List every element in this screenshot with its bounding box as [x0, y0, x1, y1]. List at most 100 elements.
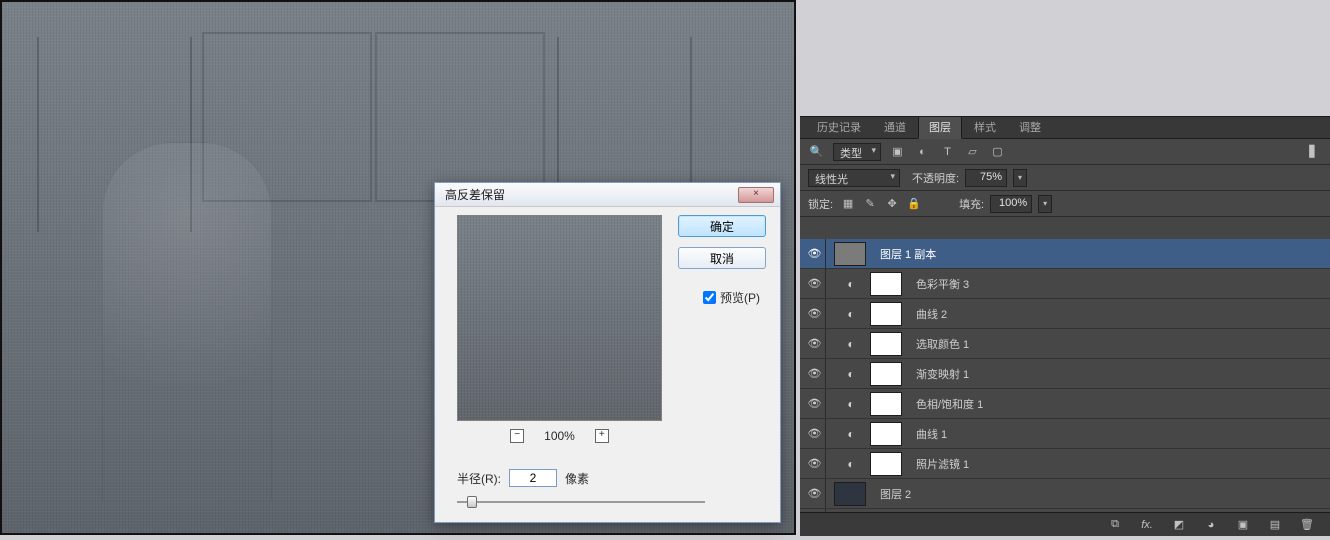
blend-opacity-row: 线性光 不透明度: 75% ▾ — [800, 165, 1330, 191]
eye-icon[interactable]: 👁 — [804, 359, 826, 388]
adjustment-glyph-icon: ◐ — [840, 273, 862, 295]
tab-styles[interactable]: 样式 — [963, 116, 1007, 138]
cancel-button[interactable]: 取消 — [678, 247, 766, 269]
radius-unit: 像素 — [565, 470, 589, 487]
adjustment-glyph-icon: ◐ — [840, 363, 862, 385]
zoom-in-button[interactable]: + — [595, 429, 609, 443]
filter-text-icon[interactable]: T — [939, 143, 956, 160]
adjustment-glyph-icon: ◐ — [840, 393, 862, 415]
layer-row[interactable]: 👁◐选取颜色 1 — [800, 329, 1330, 359]
fx-icon[interactable]: fx. — [1138, 516, 1156, 534]
high-pass-dialog[interactable]: 高反差保留 × − 100% + 半径(R): 像素 确定 取消 预览(P) — [434, 182, 781, 523]
canvas-figure-left — [102, 142, 272, 502]
layer-mask-thumb[interactable] — [870, 362, 902, 386]
layer-name-label: 照片滤镜 1 — [916, 456, 969, 472]
link-layers-icon[interactable]: ⧉ — [1106, 516, 1124, 534]
filter-adjust-icon[interactable]: ◐ — [914, 143, 931, 160]
tab-adjustments[interactable]: 调整 — [1008, 116, 1052, 138]
layer-list[interactable]: 👁图层 1 副本👁◐色彩平衡 3👁◐曲线 2👁◐选取颜色 1👁◐渐变映射 1👁◐… — [800, 239, 1330, 512]
fill-label: 填充: — [959, 196, 984, 212]
lock-label: 锁定: — [808, 196, 833, 212]
tab-layers[interactable]: 图层 — [918, 116, 962, 139]
filter-shape-icon[interactable]: ▱ — [964, 143, 981, 160]
layer-row[interactable]: 👁图层 2 — [800, 479, 1330, 509]
eye-icon[interactable]: 👁 — [804, 239, 826, 268]
eye-icon[interactable]: 👁 — [804, 449, 826, 478]
lock-all-icon[interactable]: 🔒 — [905, 195, 923, 213]
radius-slider[interactable] — [457, 495, 705, 509]
filter-toggle-icon[interactable]: ▋ — [1305, 143, 1322, 160]
blend-mode-dropdown[interactable]: 线性光 — [808, 169, 900, 187]
layer-row[interactable]: 👁 ◐ 曲线 2 — [800, 299, 1330, 329]
layer-name-label: 图层 1 副本 — [880, 246, 936, 262]
filter-type-dropdown[interactable]: 类型 — [833, 143, 881, 161]
tab-history[interactable]: 历史记录 — [806, 116, 872, 138]
layer-thumb[interactable] — [834, 242, 866, 266]
eye-icon[interactable]: 👁 — [804, 269, 826, 298]
fill-input[interactable]: 100% — [990, 195, 1032, 213]
new-group-icon[interactable]: ▣ — [1234, 516, 1252, 534]
radius-row: 半径(R): 像素 — [457, 469, 737, 487]
dialog-titlebar[interactable]: 高反差保留 × — [435, 183, 780, 207]
slider-thumb[interactable] — [467, 496, 477, 508]
panel-tabs: 历史记录 通道 图层 样式 调整 — [800, 117, 1330, 139]
layer-thumb[interactable] — [834, 482, 866, 506]
layer-row[interactable]: 👁 图层 1 副本 — [800, 239, 1330, 269]
filter-smart-icon[interactable]: ▢ — [989, 143, 1006, 160]
fill-stepper[interactable]: ▾ — [1038, 195, 1052, 213]
lock-icons-group: ▦ ✎ ✥ 🔒 — [839, 195, 923, 213]
adjustment-glyph-icon: ◐ — [840, 303, 862, 325]
dialog-button-column: 确定 取消 — [678, 215, 766, 269]
dialog-title: 高反差保留 — [445, 186, 505, 203]
radius-label: 半径(R): — [457, 470, 501, 487]
layer-mask-thumb[interactable] — [870, 392, 902, 416]
adjustment-glyph-icon: ◐ — [840, 453, 862, 475]
tab-channels[interactable]: 通道 — [873, 116, 917, 138]
close-icon[interactable]: × — [738, 187, 774, 203]
delete-layer-icon[interactable]: 🗑 — [1298, 516, 1316, 534]
layer-mask-thumb[interactable] — [870, 302, 902, 326]
filter-preview[interactable] — [457, 215, 662, 421]
layer-row[interactable]: 👁◐渐变映射 1 — [800, 359, 1330, 389]
zoom-percent: 100% — [544, 429, 575, 443]
eye-icon[interactable]: 👁 — [804, 299, 826, 328]
layer-row[interactable]: 👁 ◐ 色彩平衡 3 — [800, 269, 1330, 299]
eye-icon[interactable]: 👁 — [804, 419, 826, 448]
radius-input[interactable] — [509, 469, 557, 487]
slider-track — [457, 501, 705, 503]
layer-filter-toolbar: 🔍 类型 ▣ ◐ T ▱ ▢ ▋ — [800, 139, 1330, 165]
preview-checkbox-label: 预览(P) — [720, 289, 760, 306]
lock-fill-row: 锁定: ▦ ✎ ✥ 🔒 填充: 100% ▾ — [800, 191, 1330, 217]
add-mask-icon[interactable]: ◩ — [1170, 516, 1188, 534]
layer-row[interactable]: 👁 ◐ 照片滤镜 1 — [800, 449, 1330, 479]
lock-move-icon[interactable]: ✥ — [883, 195, 901, 213]
layer-mask-thumb[interactable] — [870, 332, 902, 356]
opacity-input[interactable]: 75% — [965, 169, 1007, 187]
new-layer-icon[interactable]: ▤ — [1266, 516, 1284, 534]
layer-row[interactable]: 👁◐色相/饱和度 1 — [800, 389, 1330, 419]
filter-pixel-icon[interactable]: ▣ — [889, 143, 906, 160]
layer-name-label: 曲线 2 — [916, 306, 947, 322]
preview-checkbox-row[interactable]: 预览(P) — [703, 289, 760, 306]
layer-name-label: 曲线 1 — [916, 426, 947, 442]
layer-mask-thumb[interactable] — [870, 272, 902, 296]
new-adjustment-icon[interactable]: ◕ — [1202, 516, 1220, 534]
zoom-row: − 100% + — [457, 429, 662, 443]
lock-transparent-icon[interactable]: ▦ — [839, 195, 857, 213]
layers-panel: 历史记录 通道 图层 样式 调整 🔍 类型 ▣ ◐ T ▱ ▢ ▋ 线性光 不透… — [800, 116, 1330, 536]
layer-row[interactable]: 👁◐曲线 1 — [800, 419, 1330, 449]
layers-panel-footer: ⧉ fx. ◩ ◕ ▣ ▤ 🗑 — [800, 512, 1330, 536]
eye-icon[interactable]: 👁 — [804, 329, 826, 358]
preview-checkbox[interactable] — [703, 291, 716, 304]
zoom-out-button[interactable]: − — [510, 429, 524, 443]
ok-button[interactable]: 确定 — [678, 215, 766, 237]
lock-brush-icon[interactable]: ✎ — [861, 195, 879, 213]
layer-name-label: 色彩平衡 3 — [916, 276, 969, 292]
layer-mask-thumb[interactable] — [870, 452, 902, 476]
dialog-body: − 100% + 半径(R): 像素 确定 取消 预览(P) — [435, 207, 780, 522]
eye-icon[interactable]: 👁 — [804, 389, 826, 418]
adjustment-glyph-icon: ◐ — [840, 333, 862, 355]
layer-mask-thumb[interactable] — [870, 422, 902, 446]
opacity-stepper[interactable]: ▾ — [1013, 169, 1027, 187]
eye-icon[interactable]: 👁 — [804, 479, 826, 508]
